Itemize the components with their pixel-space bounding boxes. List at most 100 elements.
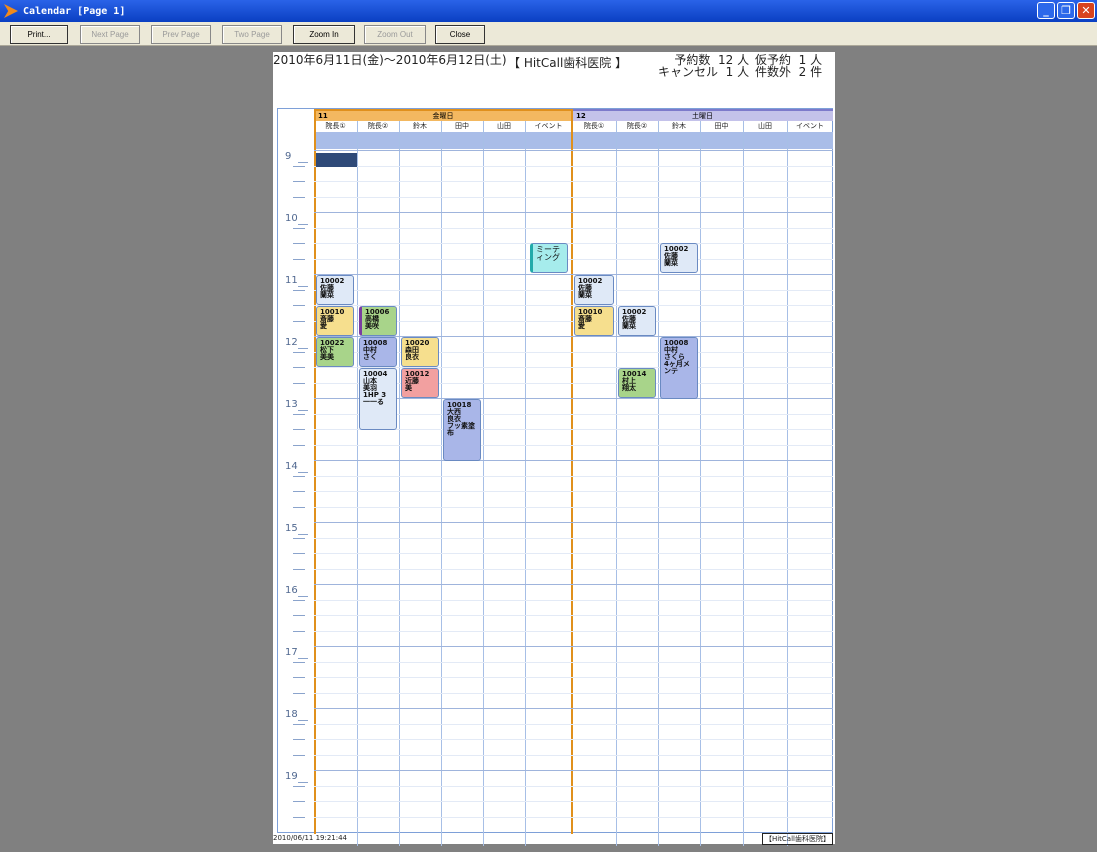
preview-page: 2010年6月11日(金)〜2010年6月12日(土) 【 HitCall歯科医… — [273, 52, 835, 846]
minimize-button[interactable]: _ — [1037, 2, 1055, 19]
column-header: 院長② — [626, 122, 648, 130]
time-tick — [293, 367, 305, 368]
hour-tick — [298, 658, 308, 659]
report-tentative-counts: 仮予約 1 人 件数外 2 件 — [755, 53, 823, 79]
window-title: Calendar [Page 1] — [23, 5, 126, 17]
appointment[interactable]: 10002 佐藤 蘭菜 — [618, 306, 656, 336]
hour-label: 15 — [285, 523, 298, 534]
all-day-band — [314, 132, 833, 149]
appointment[interactable]: 10008 中村 さく — [359, 337, 397, 367]
quarter-line — [314, 785, 833, 787]
close-button[interactable]: Close — [435, 25, 485, 44]
hour-tick — [298, 410, 308, 411]
time-tick — [293, 227, 305, 229]
quarter-line — [314, 537, 833, 539]
column-header: 田中 — [455, 122, 469, 130]
time-tick — [293, 196, 305, 198]
column-header: 鈴木 — [413, 122, 427, 130]
hour-label: 12 — [285, 337, 298, 348]
next-page-button[interactable]: Next Page — [80, 25, 140, 44]
time-tick — [293, 413, 305, 415]
appointment[interactable]: 10020 森田 良衣 — [401, 337, 439, 367]
print-button[interactable]: Print... — [10, 25, 68, 44]
appointment[interactable]: 10004 山本 美羽 1HP 3 一一る — [359, 368, 397, 430]
hour-label: 19 — [285, 771, 298, 782]
appointment[interactable]: 10018 大西 良衣 フッ素塗布 — [443, 399, 481, 461]
quarter-line — [314, 816, 833, 818]
quarter-line — [314, 801, 833, 802]
zoom-in-button[interactable]: Zoom In — [293, 25, 355, 44]
appointment[interactable]: 10010 斎藤 愛 — [316, 306, 354, 336]
two-page-button[interactable]: Two Page — [222, 25, 282, 44]
time-tick — [293, 429, 305, 430]
time-tick — [293, 553, 305, 554]
hour-label: 16 — [285, 585, 298, 596]
appointment-meeting[interactable]: ミーティング — [530, 243, 568, 273]
appointment[interactable]: 10022 松下 美美 — [316, 337, 354, 367]
quarter-line — [314, 475, 833, 477]
hour-tick — [298, 162, 308, 163]
appointment[interactable]: 10002 佐藤 蘭菜 — [316, 275, 354, 305]
appointment[interactable]: 10006 高橋 美咲 — [359, 306, 397, 336]
column-header: 山田 — [497, 122, 511, 130]
column-header: 院長① — [325, 122, 346, 130]
hour-tick — [298, 472, 308, 473]
quarter-line — [314, 599, 833, 601]
time-tick — [293, 816, 305, 818]
hour-tick — [298, 224, 308, 225]
appointment[interactable]: 10012 近藤 美 — [401, 368, 439, 398]
time-tick — [293, 506, 305, 508]
column-header: イベント — [534, 122, 563, 130]
hour-tick — [298, 782, 308, 783]
time-tick — [293, 785, 305, 787]
hour-line — [314, 150, 833, 151]
column-header: イベント — [796, 122, 824, 130]
time-tick — [293, 537, 305, 539]
quarter-line — [314, 615, 833, 616]
quarter-line — [314, 444, 833, 446]
appointment[interactable]: 10008 中村 さくら 4ヶ月メンテ — [660, 337, 698, 399]
time-tick — [293, 475, 305, 477]
hour-line — [314, 460, 833, 461]
quarter-line — [314, 739, 833, 740]
appointment[interactable]: 10002 佐藤 蘭菜 — [574, 275, 614, 305]
quarter-line — [314, 723, 833, 725]
hour-label: 10 — [285, 213, 298, 224]
time-tick — [293, 258, 305, 260]
hour-tick — [298, 720, 308, 721]
restore-button[interactable]: ❐ — [1057, 2, 1075, 19]
footer-clinic: 【HitCall歯科医院】 — [761, 833, 833, 845]
quarter-line — [314, 491, 833, 492]
calendar-grid: 11 金曜日 12 土曜日 院長① 院長② 鈴木 田中 山田 イベント 院長① … — [277, 108, 833, 846]
hour-line — [314, 584, 833, 585]
time-tick — [293, 491, 305, 492]
time-tick — [293, 351, 305, 353]
quarter-line — [314, 754, 833, 756]
time-tick — [293, 739, 305, 740]
hour-label: 13 — [285, 399, 298, 410]
time-tick — [293, 723, 305, 725]
selected-cell[interactable] — [316, 153, 357, 167]
close-window-button[interactable]: ✕ — [1077, 2, 1095, 19]
time-tick — [293, 615, 305, 616]
prev-page-button[interactable]: Prev Page — [151, 25, 211, 44]
time-tick — [293, 754, 305, 756]
appointment[interactable]: 10014 村上 翔太 — [618, 368, 656, 398]
appointment[interactable]: 10002 佐藤 蘭菜 — [660, 243, 698, 273]
time-tick — [293, 677, 305, 678]
hour-tick — [298, 286, 308, 287]
hour-tick — [298, 348, 308, 349]
hour-label: 18 — [285, 709, 298, 720]
zoom-out-button[interactable]: Zoom Out — [364, 25, 426, 44]
appointment[interactable]: 10010 斎藤 愛 — [574, 306, 614, 336]
hour-tick — [298, 596, 308, 597]
report-reservation-counts: 予約数 12 人 キャンセル 1 人 — [658, 53, 750, 79]
hour-label: 17 — [285, 647, 298, 658]
column-header: 院長① — [583, 122, 605, 130]
quarter-line — [314, 258, 833, 260]
quarter-line — [314, 630, 833, 632]
quarter-line — [314, 227, 833, 229]
print-timestamp: 2010/06/11 19:21:44 — [273, 834, 348, 842]
window-title-bar: Calendar [Page 1] _ ❐ ✕ — [0, 0, 1097, 22]
quarter-line — [314, 165, 833, 167]
